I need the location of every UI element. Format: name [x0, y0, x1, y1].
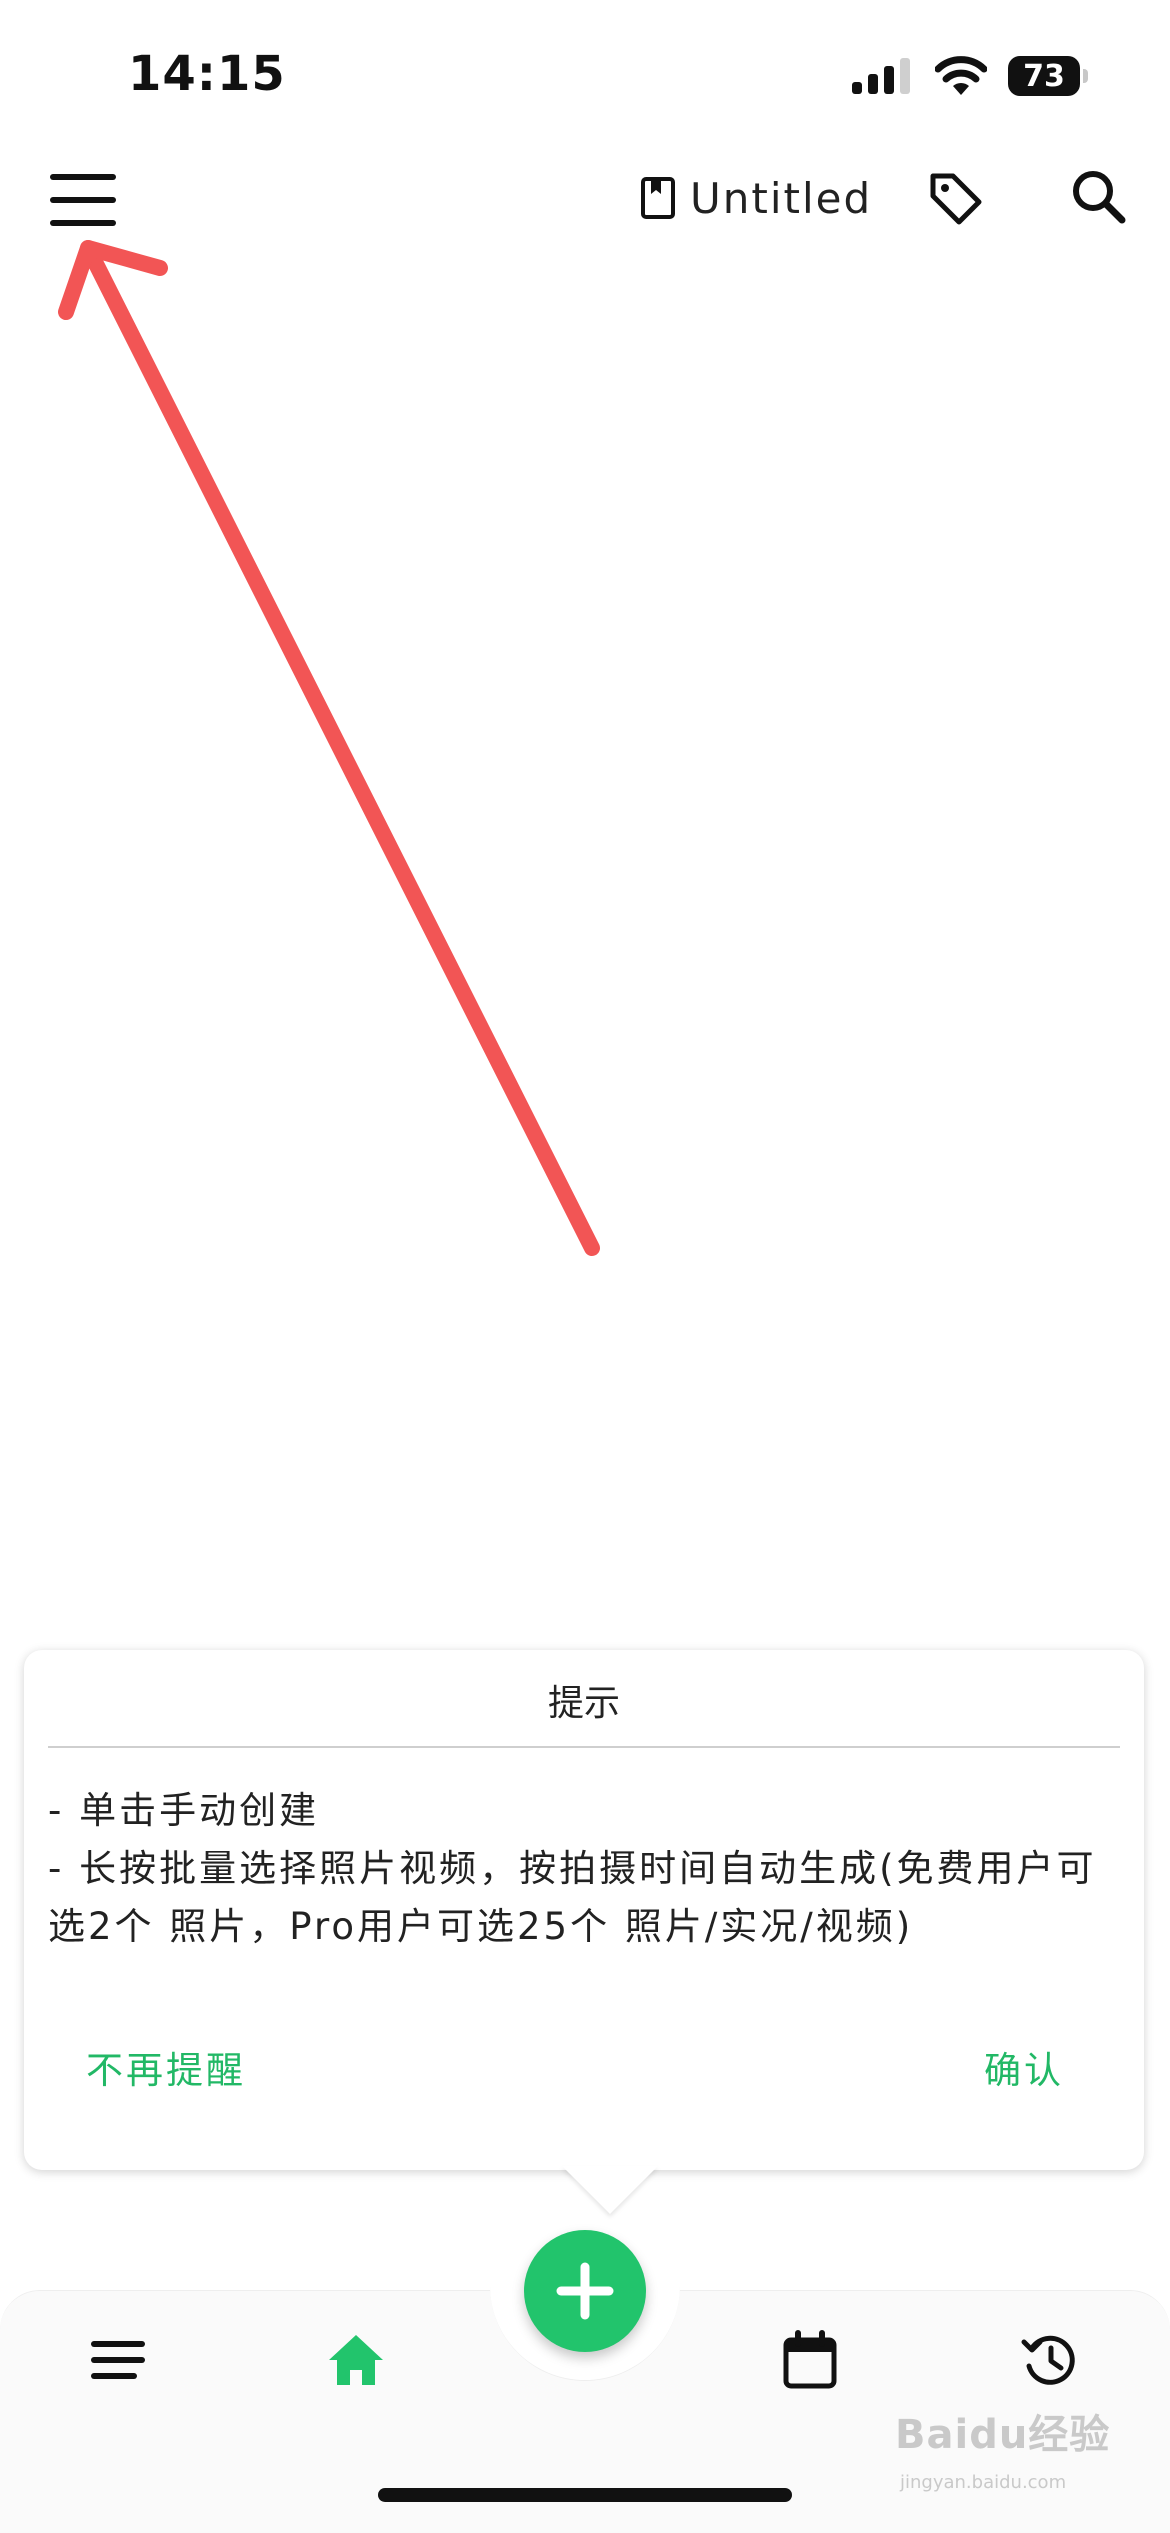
tip-dialog: 提示 - 单击手动创建 - 长按批量选择照片视频，按拍摄时间自动生成(免费用户可… — [24, 1650, 1144, 2170]
tip-line: 选2个 照片，Pro用户可选25个 照片/实况/视频) — [48, 1905, 914, 1948]
status-time: 14:15 — [128, 46, 286, 102]
watermark-url: jingyan.baidu.com — [900, 2472, 1067, 2493]
status-bar: 14:15 73 — [0, 0, 1170, 150]
battery-tip — [1083, 69, 1088, 83]
wifi-icon — [935, 56, 987, 95]
cellular-signal-icon — [852, 58, 910, 94]
tip-title: 提示 — [547, 1683, 620, 1724]
notebook-selector[interactable]: Untitled — [640, 168, 872, 228]
menu-bar — [50, 220, 116, 226]
tip-pointer — [562, 2166, 658, 2214]
tip-line: - 长按批量选择照片视频，按拍摄时间自动生成(免费用户可 — [48, 1847, 1097, 1890]
history-icon[interactable] — [1020, 2330, 1080, 2390]
add-entry-button[interactable] — [524, 2230, 646, 2352]
notebook-title: Untitled — [690, 173, 873, 223]
confirm-button[interactable]: 确认 — [984, 2040, 1064, 2094]
dont-remind-button[interactable]: 不再提醒 — [86, 2040, 246, 2094]
menu-bar — [50, 197, 116, 203]
app-header: Untitled — [0, 150, 1170, 250]
list-icon[interactable] — [88, 2330, 148, 2390]
menu-button[interactable] — [50, 174, 116, 226]
watermark: Baidu经验 — [895, 2412, 1111, 2458]
search-icon[interactable] — [1068, 166, 1128, 226]
tip-line: - 单击手动创建 — [48, 1789, 320, 1832]
home-icon[interactable] — [326, 2330, 386, 2390]
menu-bar — [50, 174, 116, 180]
plus-icon — [556, 2262, 614, 2320]
tag-icon[interactable] — [925, 168, 985, 228]
battery-indicator: 73 — [1008, 56, 1088, 96]
tip-divider — [48, 1746, 1120, 1748]
home-indicator[interactable] — [378, 2488, 792, 2502]
calendar-icon[interactable] — [780, 2330, 840, 2390]
battery-level: 73 — [1008, 56, 1080, 96]
bookmark-book-icon — [641, 177, 675, 219]
